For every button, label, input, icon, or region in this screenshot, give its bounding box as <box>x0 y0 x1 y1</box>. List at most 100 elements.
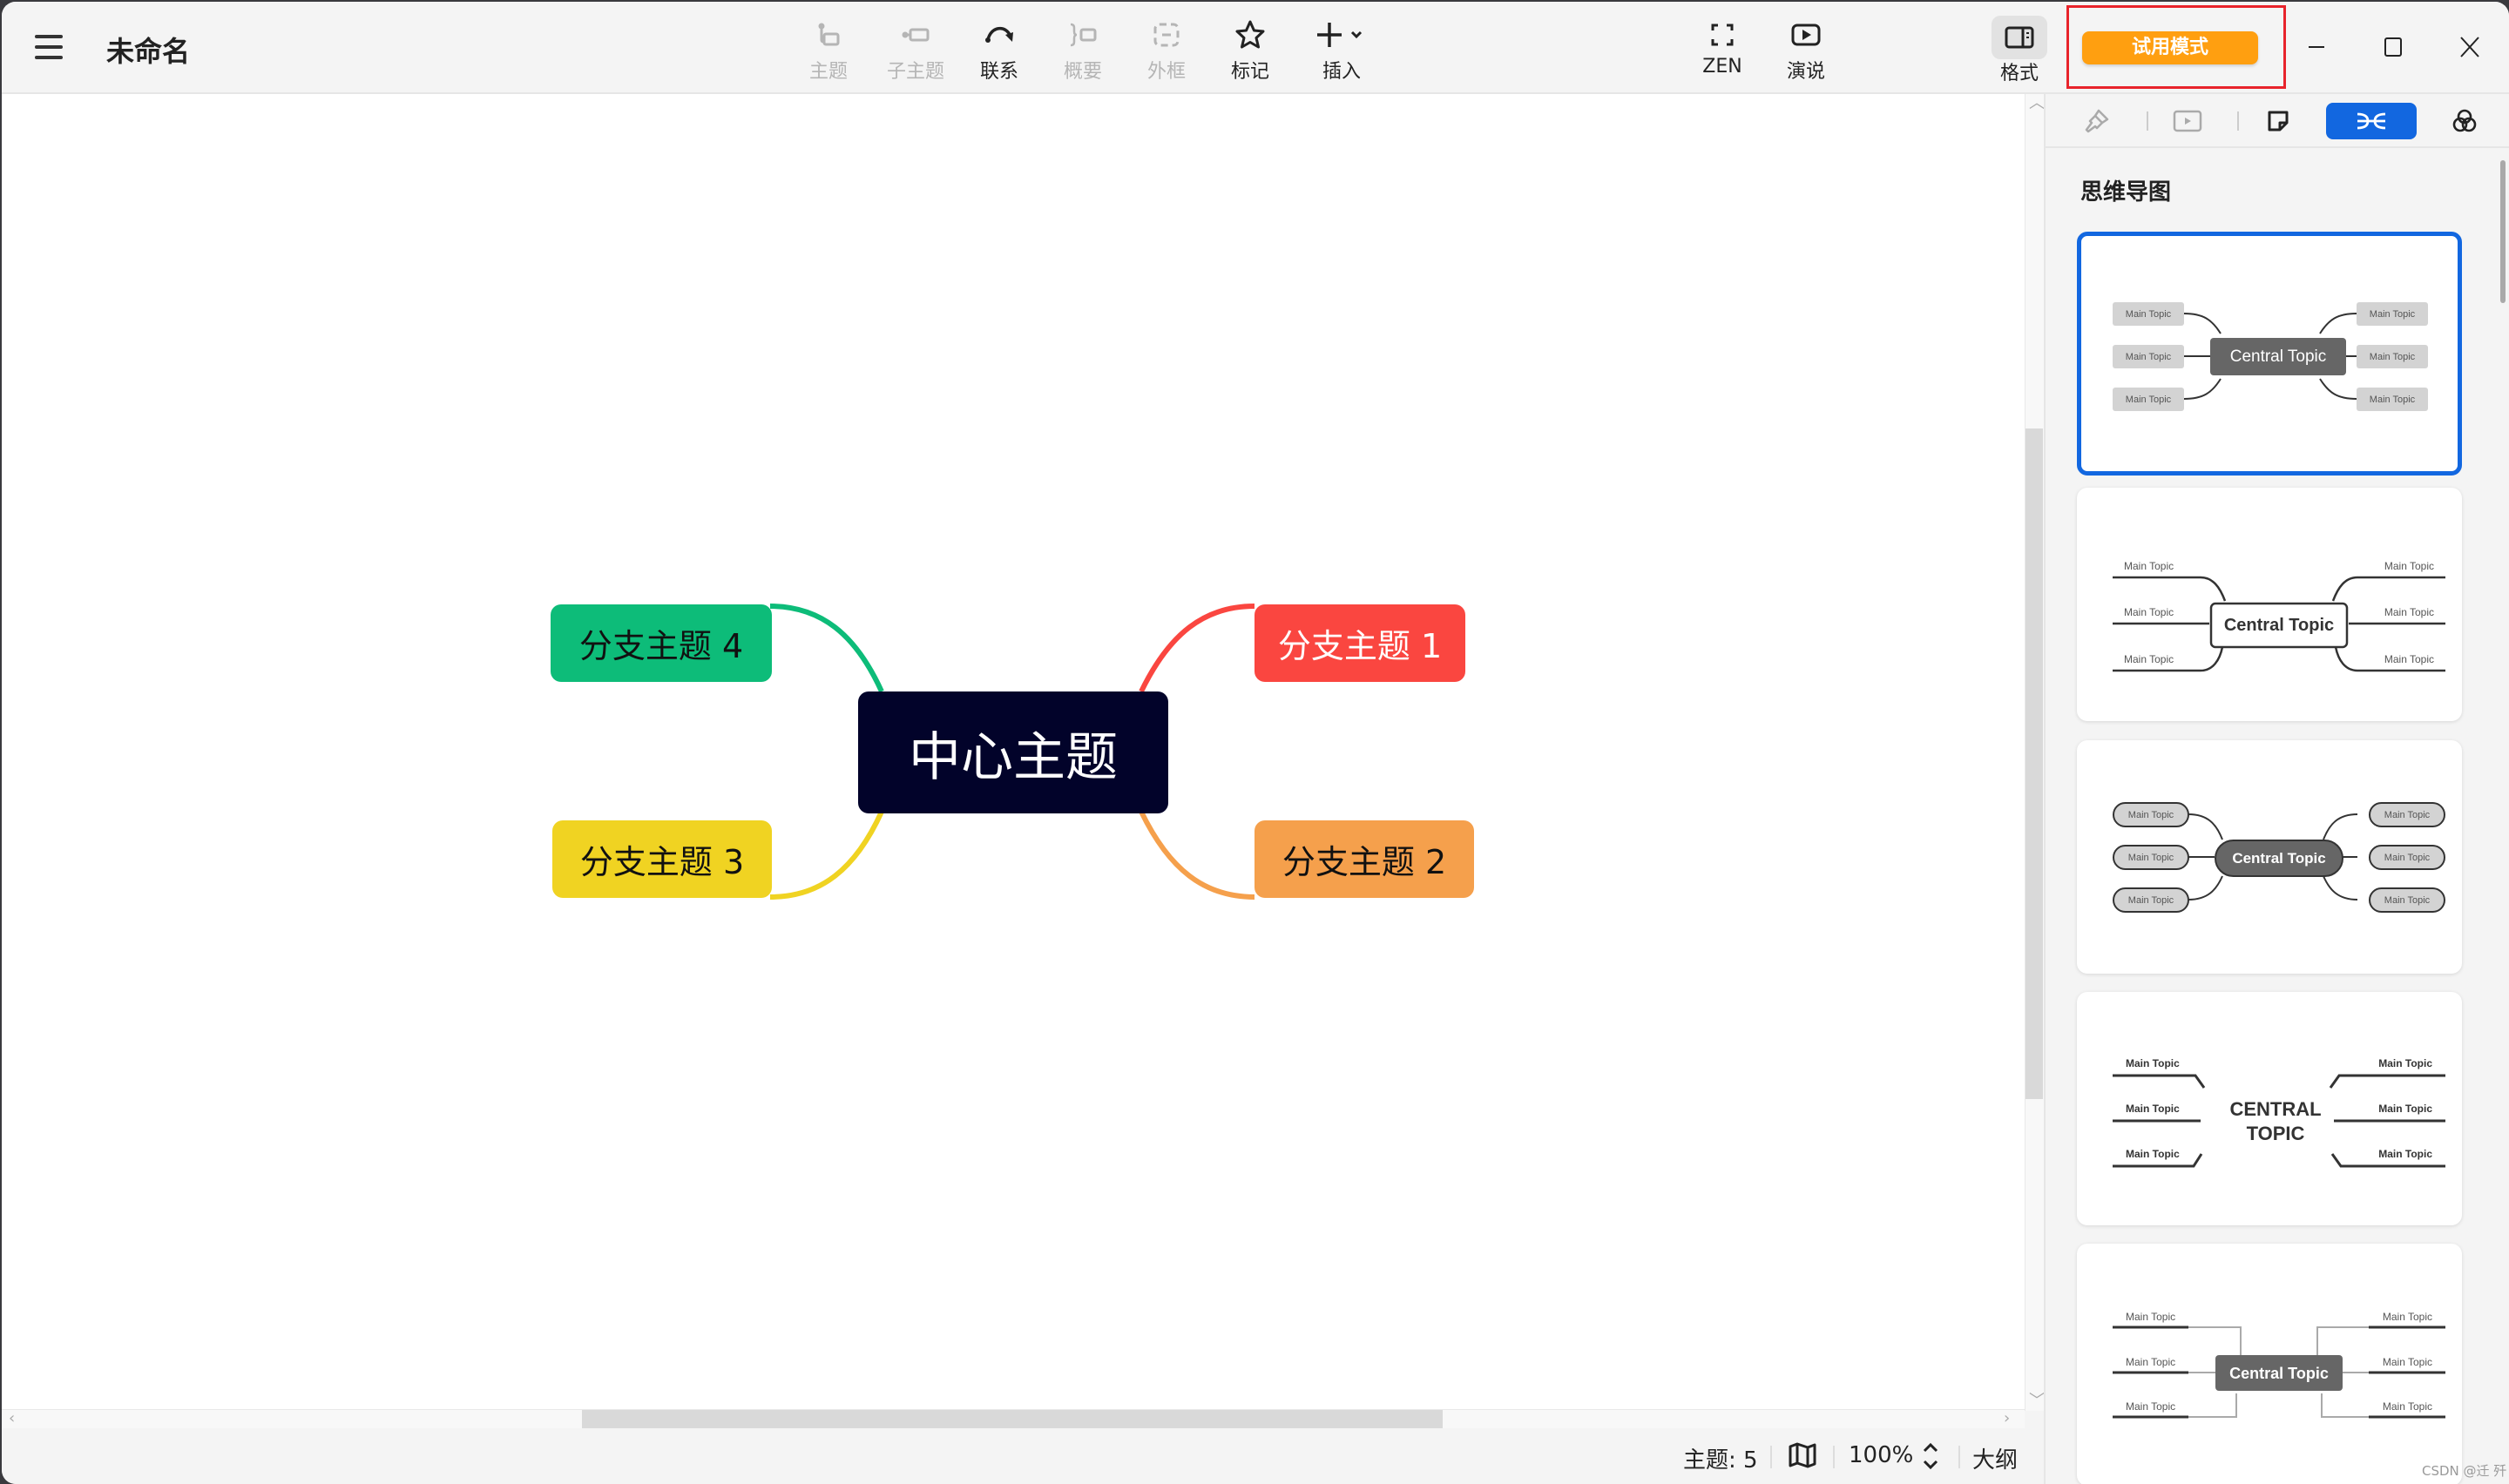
main-topic-text: Main Topic <box>2384 895 2431 906</box>
map-icon <box>1789 1442 1816 1468</box>
horizontal-scroll-thumb[interactable] <box>582 1410 1443 1428</box>
vertical-scroll-thumb[interactable] <box>2025 428 2043 1099</box>
hamburger-menu-icon[interactable] <box>35 35 63 59</box>
minimize-button[interactable] <box>2295 28 2338 66</box>
template-preview-4: Main Topic Main Topic Main Topic Main To… <box>2113 1057 2445 1168</box>
maximize-button[interactable] <box>2371 28 2415 66</box>
main-topic-text: Main Topic <box>2126 352 2172 362</box>
toolbar-relationship-button[interactable]: 联系 <box>960 17 1038 84</box>
scroll-down-arrow-icon[interactable]: ﹀ <box>2029 1393 2045 1409</box>
divider <box>2237 111 2239 131</box>
template-card-4[interactable]: Main Topic Main Topic Main Topic Main To… <box>2077 992 2462 1225</box>
toolbar-marker-button[interactable]: 标记 <box>1211 17 1289 84</box>
structure-heading: 思维导图 <box>2080 179 2172 206</box>
mindmap-canvas[interactable]: 中心主题 分支主题 1 分支主题 2 分支主题 3 分支主题 4 <box>2 94 2025 1411</box>
zen-mode-button[interactable]: ZEN <box>1683 17 1762 84</box>
branch-topic-1[interactable]: 分支主题 1 <box>1254 604 1465 682</box>
template-card-2[interactable]: Main Topic Main Topic Main Topic Main To… <box>2077 488 2462 721</box>
tab-presentation[interactable] <box>2157 103 2218 139</box>
presentation-button[interactable]: 演说 <box>1767 17 1845 84</box>
toolbar-insert-button[interactable]: 插入 <box>1300 17 1383 84</box>
topic-icon <box>818 23 840 46</box>
main-topic-text: Main Topic <box>2384 560 2434 572</box>
toolbar-boundary-button[interactable]: 外框 <box>1127 17 1206 84</box>
tab-theme[interactable] <box>2434 103 2495 139</box>
central-topic-text: Central Topic <box>2224 616 2334 635</box>
divider <box>1833 1446 1835 1468</box>
zoom-level[interactable]: 100% <box>1849 1442 1913 1468</box>
plus-icon <box>1317 23 1363 47</box>
branch-topic-4[interactable]: 分支主题 4 <box>551 604 772 682</box>
toolbar-relationship-label: 联系 <box>979 61 1018 83</box>
main-topic-text: Main Topic <box>2370 309 2416 320</box>
main-topic-text: Main Topic <box>2384 606 2434 618</box>
branch-topic-2[interactable]: 分支主题 2 <box>1254 820 1474 898</box>
panel-scrollbar[interactable] <box>2500 160 2506 303</box>
template-card-5[interactable]: Main Topic Main Topic Main Topic Main To… <box>2077 1244 2462 1484</box>
toolbar-topic-button[interactable]: 主题 <box>789 17 868 84</box>
canvas-vertical-scrollbar[interactable]: ︿ ﹀ <box>2025 94 2045 1411</box>
branch-topic-3-label: 分支主题 3 <box>579 843 745 881</box>
connector-branch-2 <box>1139 810 1255 900</box>
divider <box>2147 111 2148 131</box>
toolbar-marker-label: 标记 <box>1230 61 1269 83</box>
maximize-icon <box>2384 37 2402 57</box>
template-preview-2: Main Topic Main Topic Main Topic Main To… <box>2113 560 2445 672</box>
central-topic-node[interactable]: 中心主题 <box>858 691 1168 813</box>
main-topic-text: Main Topic <box>2126 309 2172 320</box>
status-bar: 主题: 5 100% 大纲 <box>2 1428 2042 1484</box>
branch-topic-2-label: 分支主题 2 <box>1282 843 1447 881</box>
up-down-chevron-icon <box>1923 1442 1938 1470</box>
tab-sticker[interactable] <box>2248 103 2309 139</box>
main-topic-text: Main Topic <box>2378 1148 2432 1160</box>
divider <box>1958 1446 1960 1468</box>
central-topic-text: CENTRAL TOPIC <box>2229 1098 2321 1144</box>
main-topic-text: Main Topic <box>2378 1103 2432 1115</box>
subtopic-icon <box>902 28 930 42</box>
panel-layout-icon <box>2005 26 2034 49</box>
main-topic-text: Main Topic <box>2126 1356 2175 1368</box>
central-topic-text: Central Topic <box>2232 850 2325 867</box>
canvas-horizontal-scrollbar[interactable]: ‹ › <box>2 1409 2025 1428</box>
template-preview-3: Main Topic Main Topic Main Topic Main To… <box>2113 802 2445 913</box>
main-topic-text: Main Topic <box>2383 1356 2432 1368</box>
map-view-button[interactable] <box>1788 1440 1817 1476</box>
toolbar-subtopic-label: 子主题 <box>886 61 944 83</box>
minimize-icon <box>2309 46 2324 48</box>
main-topic-text: Main Topic <box>2383 1311 2432 1323</box>
scroll-right-arrow-icon[interactable]: › <box>2004 1411 2010 1427</box>
template-card-3[interactable]: Main Topic Main Topic Main Topic Main To… <box>2077 740 2462 974</box>
central-topic-line: TOPIC <box>2247 1123 2305 1144</box>
main-topic-text: Main Topic <box>2126 395 2172 405</box>
star-icon <box>1235 20 1265 49</box>
tab-structure[interactable] <box>2326 103 2417 139</box>
scroll-left-arrow-icon[interactable]: ‹ <box>9 1411 15 1427</box>
branch-topic-3[interactable]: 分支主题 3 <box>552 820 772 898</box>
tab-style[interactable] <box>2066 103 2127 139</box>
close-button[interactable] <box>2448 28 2492 66</box>
toolbar-summary-button[interactable]: 概要 <box>1044 17 1122 84</box>
main-topic-text: Main Topic <box>2384 653 2434 665</box>
outline-button[interactable]: 大纲 <box>1972 1442 2018 1474</box>
template-preview-1: Main Topic Main Topic Main Topic Main To… <box>2113 302 2428 411</box>
format-panel-toggle[interactable] <box>1992 16 2047 59</box>
toolbar-subtopic-button[interactable]: 子主题 <box>876 17 955 84</box>
branch-topic-4-label: 分支主题 4 <box>578 627 744 665</box>
scroll-up-arrow-icon[interactable]: ︿ <box>2029 96 2045 111</box>
connector-branch-1 <box>1139 604 1255 693</box>
central-topic-text: Central Topic <box>2229 1365 2329 1382</box>
trial-mode-button[interactable]: 试用模式 <box>2082 31 2258 64</box>
main-topic-text: Main Topic <box>2370 352 2416 362</box>
main-topic-text: Main Topic <box>2128 853 2174 863</box>
main-topic-text: Main Topic <box>2124 560 2174 572</box>
central-topic-label: 中心主题 <box>909 726 1118 788</box>
main-topic-text: Main Topic <box>2126 1311 2175 1323</box>
zoom-stepper[interactable] <box>1920 1439 1941 1480</box>
document-title[interactable]: 未命名 <box>106 30 190 70</box>
panel-tab-bar <box>2046 94 2509 148</box>
main-topic-text: Main Topic <box>2124 653 2174 665</box>
divider <box>1770 1446 1772 1468</box>
central-topic-line: CENTRAL <box>2229 1098 2321 1120</box>
template-card-1[interactable]: Main Topic Main Topic Main Topic Main To… <box>2077 232 2462 476</box>
template-preview-5: Main Topic Main Topic Main Topic Main To… <box>2113 1311 2445 1419</box>
